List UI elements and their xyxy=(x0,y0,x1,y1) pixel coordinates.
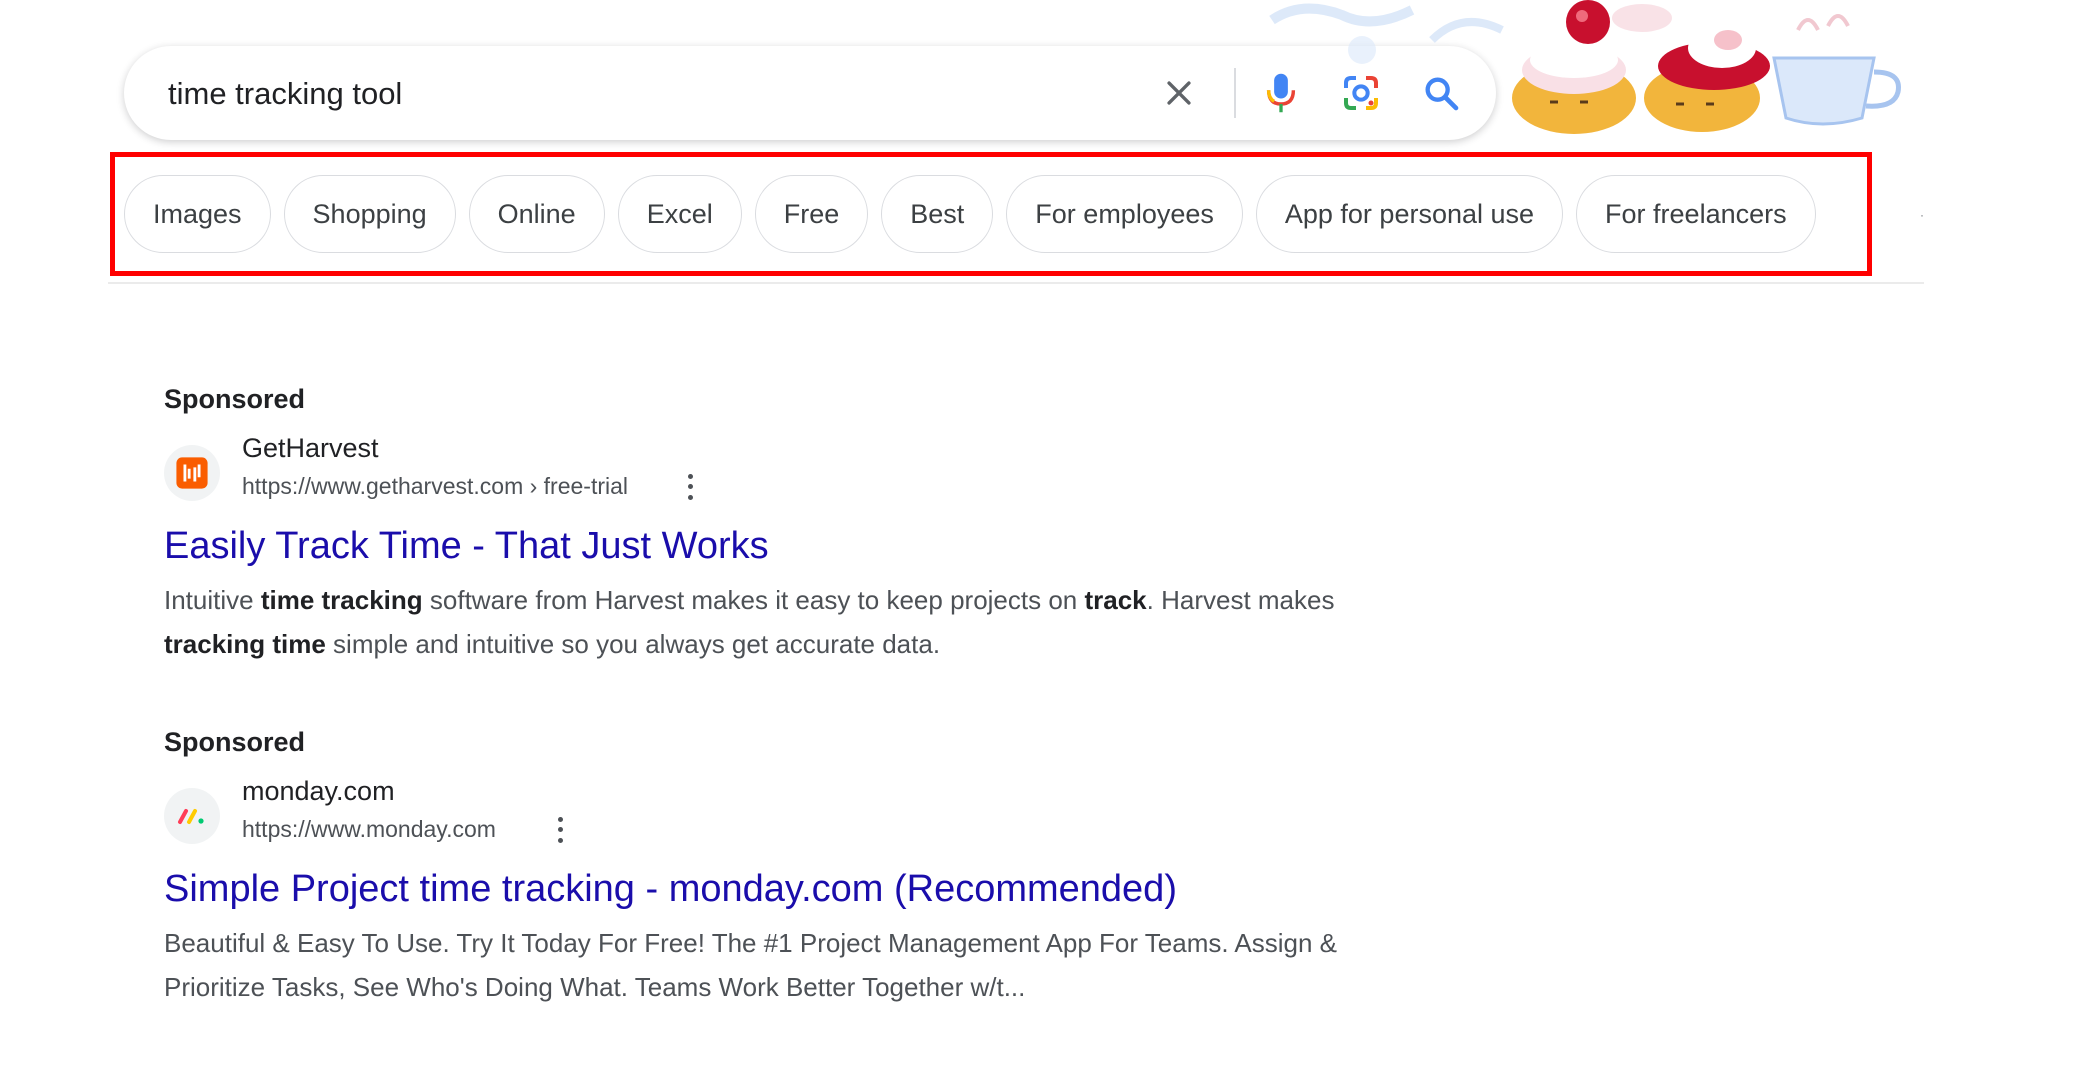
chip-shopping[interactable]: Shopping xyxy=(283,175,456,253)
chip-best[interactable]: Best xyxy=(881,175,994,253)
chip-online[interactable]: Online xyxy=(468,175,605,253)
snippet-text: Intuitive xyxy=(164,585,261,615)
chip-for-employees[interactable]: For employees xyxy=(1006,175,1243,253)
snippet-text: . Harvest makes xyxy=(1146,585,1335,615)
search-input[interactable] xyxy=(166,70,1170,118)
chip-app-for-personal-use[interactable]: App for personal use xyxy=(1255,175,1564,253)
result-snippet: Intuitive time tracking software from Ha… xyxy=(164,578,1344,666)
harvest-logo-icon xyxy=(164,445,220,501)
scones-teacup-doodle[interactable] xyxy=(1262,0,1922,138)
more-options-icon[interactable] xyxy=(548,814,572,846)
snippet-bold: tracking time xyxy=(164,629,326,659)
chips-overflow-indicator: · xyxy=(1920,208,1924,222)
search-bar-divider xyxy=(1234,68,1236,118)
site-url: https://www.monday.com xyxy=(242,816,496,842)
sponsored-label: Sponsored xyxy=(164,727,306,757)
site-info[interactable]: monday.com https://www.monday.com xyxy=(164,776,1364,856)
sponsored-result: Sponsored GetHarvest https://www.getharv… xyxy=(164,384,1364,666)
site-name: monday.com xyxy=(242,776,395,806)
chip-free[interactable]: Free xyxy=(754,175,869,253)
chip-excel[interactable]: Excel xyxy=(617,175,742,253)
more-options-icon[interactable] xyxy=(678,471,702,503)
site-name: GetHarvest xyxy=(242,433,379,463)
filter-chips: Images Shopping Online Excel Free Best F… xyxy=(124,173,1816,255)
sponsored-label: Sponsored xyxy=(164,384,306,414)
monday-logo-icon xyxy=(164,788,220,844)
site-info[interactable]: GetHarvest https://www.getharvest.com › … xyxy=(164,433,1364,513)
snippet-bold: track xyxy=(1084,585,1147,615)
header-divider xyxy=(108,282,1924,284)
close-icon[interactable] xyxy=(1152,66,1206,120)
sponsored-result: Sponsored monday.com https://www.monday.… xyxy=(164,727,1364,1009)
chip-images[interactable]: Images xyxy=(124,175,271,253)
snippet-text: software from Harvest makes it easy to k… xyxy=(422,585,1085,615)
result-snippet: Beautiful & Easy To Use. Try It Today Fo… xyxy=(164,928,1337,1002)
result-title-link[interactable]: Easily Track Time - That Just Works xyxy=(164,525,1364,568)
snippet-text: simple and intuitive so you always get a… xyxy=(325,629,941,659)
snippet-bold: time tracking xyxy=(260,585,423,615)
result-title-link[interactable]: Simple Project time tracking - monday.co… xyxy=(164,868,1364,911)
chip-for-freelancers[interactable]: For freelancers xyxy=(1576,175,1816,253)
search-results-page: Images Shopping Online Excel Free Best F… xyxy=(0,0,2078,1076)
site-url: https://www.getharvest.com › free-trial xyxy=(242,473,629,499)
